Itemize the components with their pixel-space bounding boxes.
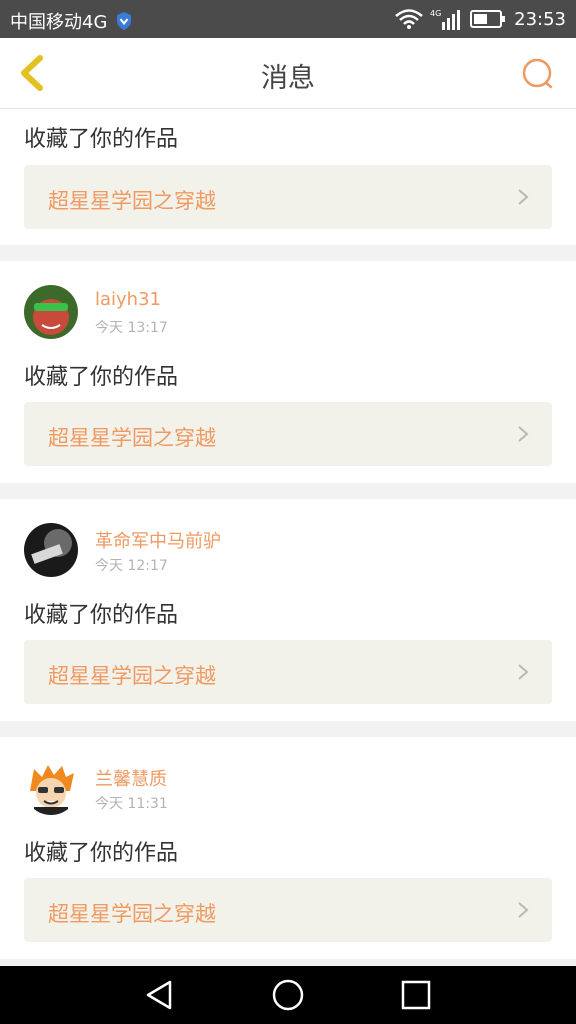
page-title: 消息	[261, 63, 315, 94]
message-card: laiyh31 今天 13:17 收藏了你的作品 超星星学园之穿越	[0, 261, 576, 483]
search-button[interactable]	[520, 56, 556, 92]
message-card: 兰馨慧质 今天 11:31 收藏了你的作品 超星星学园之穿越	[0, 737, 576, 959]
avatar[interactable]	[24, 761, 78, 815]
status-left: 中国移动4G	[10, 8, 133, 34]
wifi-icon	[395, 9, 423, 29]
chevron-right-icon	[518, 664, 529, 680]
action-text: 收藏了你的作品	[24, 603, 179, 628]
timestamp: 今天 11:31	[95, 796, 168, 812]
nav-home-icon[interactable]	[271, 978, 305, 1012]
user-name[interactable]: 革命军中马前驴	[95, 527, 221, 553]
shield-icon	[117, 12, 132, 30]
status-right: 4G 23:53	[394, 8, 566, 30]
message-card: 收藏了你的作品 超星星学园之穿越	[0, 109, 576, 245]
action-text: 收藏了你的作品	[24, 365, 179, 390]
user-name[interactable]: laiyh31	[95, 289, 161, 310]
timestamp: 今天 12:17	[95, 558, 168, 574]
work-title: 超星星学园之穿越	[48, 664, 216, 688]
nav-back-icon[interactable]	[142, 978, 176, 1012]
avatar[interactable]	[24, 523, 78, 577]
clock: 23:53	[514, 8, 566, 30]
chevron-right-icon	[518, 189, 529, 205]
timestamp: 今天 13:17	[95, 320, 168, 336]
work-title: 超星星学园之穿越	[48, 426, 216, 450]
user-name[interactable]: 兰馨慧质	[95, 765, 167, 791]
avatar[interactable]	[24, 285, 78, 339]
work-title: 超星星学园之穿越	[48, 902, 216, 926]
nav-recent-icon[interactable]	[399, 978, 433, 1012]
work-title: 超星星学园之穿越	[48, 189, 216, 213]
app-header: 消息	[0, 38, 576, 109]
chevron-right-icon	[518, 902, 529, 918]
work-link[interactable]: 超星星学园之穿越	[24, 878, 552, 942]
carrier-label: 中国移动4G	[10, 12, 108, 33]
work-link[interactable]: 超星星学园之穿越	[24, 402, 552, 466]
action-text: 收藏了你的作品	[24, 127, 179, 152]
battery-icon	[470, 10, 506, 28]
status-bar: 中国移动4G 4G 23:53	[0, 0, 576, 38]
navigation-bar	[0, 966, 576, 1024]
work-link[interactable]: 超星星学园之穿越	[24, 165, 552, 229]
network-badge: 4G	[430, 9, 441, 18]
chevron-right-icon	[518, 426, 529, 442]
action-text: 收藏了你的作品	[24, 841, 179, 866]
work-link[interactable]: 超星星学园之穿越	[24, 640, 552, 704]
message-card: 革命军中马前驴 今天 12:17 收藏了你的作品 超星星学园之穿越	[0, 499, 576, 721]
message-list: 收藏了你的作品 超星星学园之穿越 laiyh31 今天 13:17 收藏了你的作…	[0, 109, 576, 959]
signal-icon: 4G	[430, 9, 461, 30]
